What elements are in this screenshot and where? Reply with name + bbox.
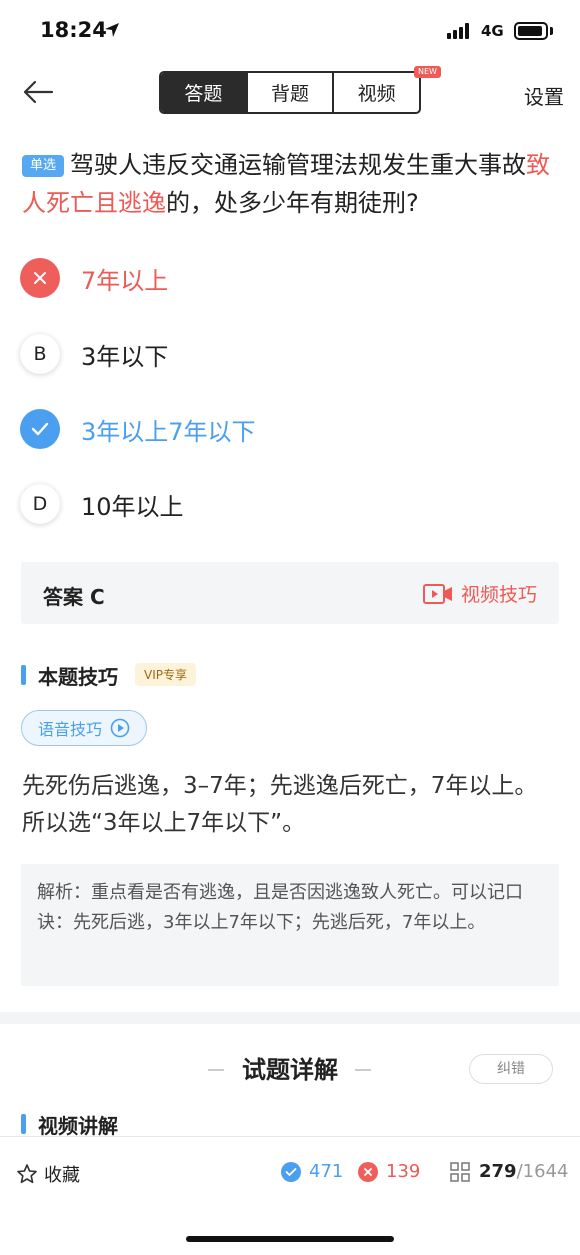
- option-d-text: 10年以上: [81, 492, 184, 521]
- detail-title: 试题详解: [242, 1056, 338, 1084]
- status-time: 18:24: [40, 18, 107, 42]
- wrong-count-icon: [358, 1161, 378, 1182]
- back-arrow-icon[interactable]: [22, 78, 54, 106]
- option-d[interactable]: D 10年以上: [20, 480, 560, 528]
- tab-video[interactable]: 视频: [334, 73, 419, 112]
- battery-cap: [550, 27, 553, 35]
- video-tip-button[interactable]: 视频技巧: [422, 580, 537, 607]
- answer-box: 答案 C 视频技巧: [21, 562, 559, 624]
- section-marker: [21, 1114, 26, 1134]
- settings-button[interactable]: 设置: [524, 81, 564, 110]
- section-divider: [0, 1012, 580, 1024]
- tab-answer[interactable]: 答题: [161, 73, 248, 112]
- option-c[interactable]: 3年以上7年以下: [20, 405, 560, 453]
- wrong-stat: 139: [358, 1161, 420, 1182]
- play-icon: [110, 718, 130, 738]
- bottom-bar: 收藏 471 139 279/1644: [0, 1136, 580, 1208]
- check-icon: [20, 409, 60, 449]
- video-icon: [422, 583, 452, 604]
- tip-body: 先死伤后逃逸，3–7年；先逃逸后死亡，7年以上。所以选“3年以上7年以下”。: [22, 773, 538, 836]
- tab-memorize[interactable]: 背题: [248, 73, 335, 112]
- video-tip-label: 视频技巧: [460, 584, 537, 606]
- option-a-text: 7年以上: [81, 266, 169, 295]
- progress-total: /1644: [516, 1161, 569, 1182]
- option-b-letter: B: [20, 334, 60, 374]
- report-error-button[interactable]: 纠错: [469, 1054, 553, 1084]
- question-type-tag: 单选: [22, 155, 65, 177]
- favorite-label: 收藏: [44, 1165, 80, 1186]
- question-progress[interactable]: 279/1644: [450, 1161, 568, 1182]
- analysis-text: 解析：重点看是否有逃逸，且是否因逃逸致人死亡。可以记口诀：先死后逃，3年以上7年…: [21, 864, 559, 986]
- voice-tip-button[interactable]: 语音技巧: [21, 710, 147, 746]
- network-type: 4G: [481, 22, 504, 40]
- new-badge: NEW: [414, 66, 441, 78]
- location-arrow-icon: [105, 23, 119, 37]
- wrong-icon: [20, 258, 60, 298]
- favorite-button[interactable]: 收藏: [16, 1161, 80, 1187]
- home-indicator: [186, 1236, 394, 1242]
- voice-tip-label: 语音技巧: [37, 720, 102, 739]
- star-icon: [17, 1164, 37, 1184]
- correct-stat: 471: [281, 1161, 343, 1182]
- tip-section-title: 本题技巧: [38, 665, 118, 689]
- status-bar: 18:24 4G: [0, 0, 580, 62]
- correct-count: 471: [309, 1161, 344, 1182]
- section-marker: [21, 665, 26, 685]
- option-d-letter: D: [20, 484, 60, 524]
- question-text: 单选 驾驶人违反交通运输管理法规发生重大事故致人死亡且逃逸的，处多少年有期徒刑?: [22, 146, 562, 222]
- video-section-title: 视频讲解: [38, 1114, 118, 1138]
- question-text-after: 的，处多少年有期徒刑?: [166, 189, 419, 217]
- mode-tabs: 答题 背题 视频: [159, 71, 421, 114]
- option-b[interactable]: B 3年以下: [20, 330, 560, 378]
- option-b-text: 3年以下: [81, 342, 169, 371]
- correct-icon: [281, 1161, 301, 1182]
- question-text-before: 驾驶人违反交通运输管理法规发生重大事故: [70, 151, 527, 179]
- battery-icon: [514, 22, 548, 40]
- grid-icon: [450, 1161, 470, 1182]
- progress-current: 279: [479, 1161, 517, 1182]
- option-c-text: 3年以上7年以下: [81, 417, 256, 446]
- title-dash-right: [355, 1069, 371, 1071]
- vip-badge: VIP专享: [135, 663, 196, 686]
- answer-label: 答案 C: [43, 585, 105, 609]
- wrong-count: 139: [386, 1161, 421, 1182]
- signal-icon: [447, 23, 473, 39]
- option-a[interactable]: 7年以上: [20, 254, 560, 302]
